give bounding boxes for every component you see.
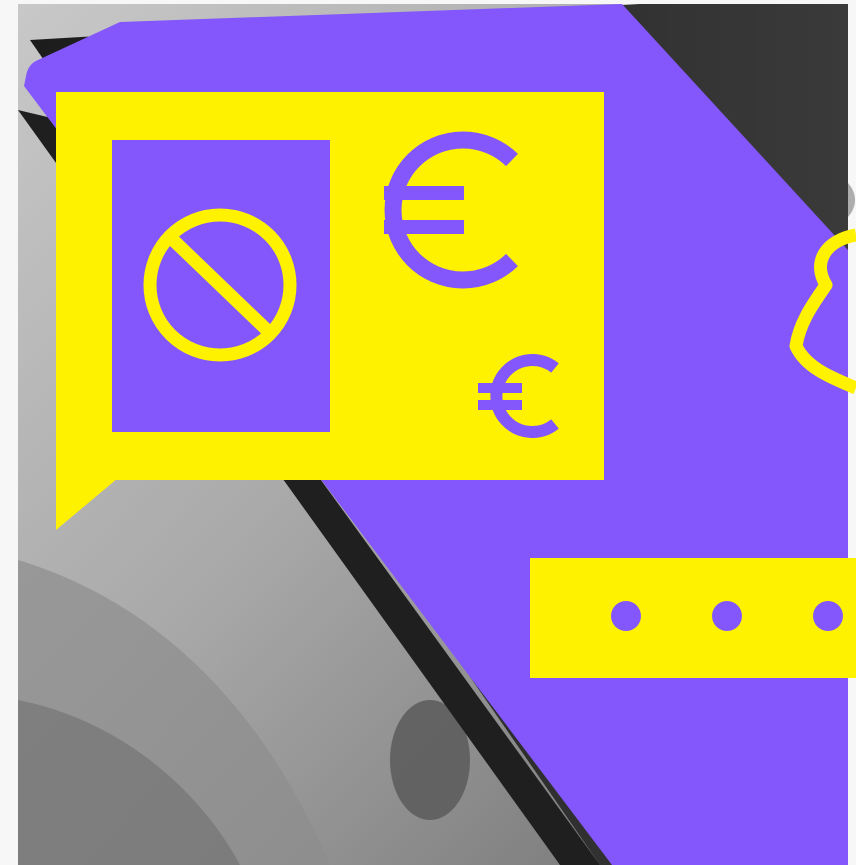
phone-illustration (18, 4, 856, 865)
illustration-canvas (0, 0, 856, 865)
chat-bubble (56, 92, 604, 530)
password-field (530, 558, 856, 678)
